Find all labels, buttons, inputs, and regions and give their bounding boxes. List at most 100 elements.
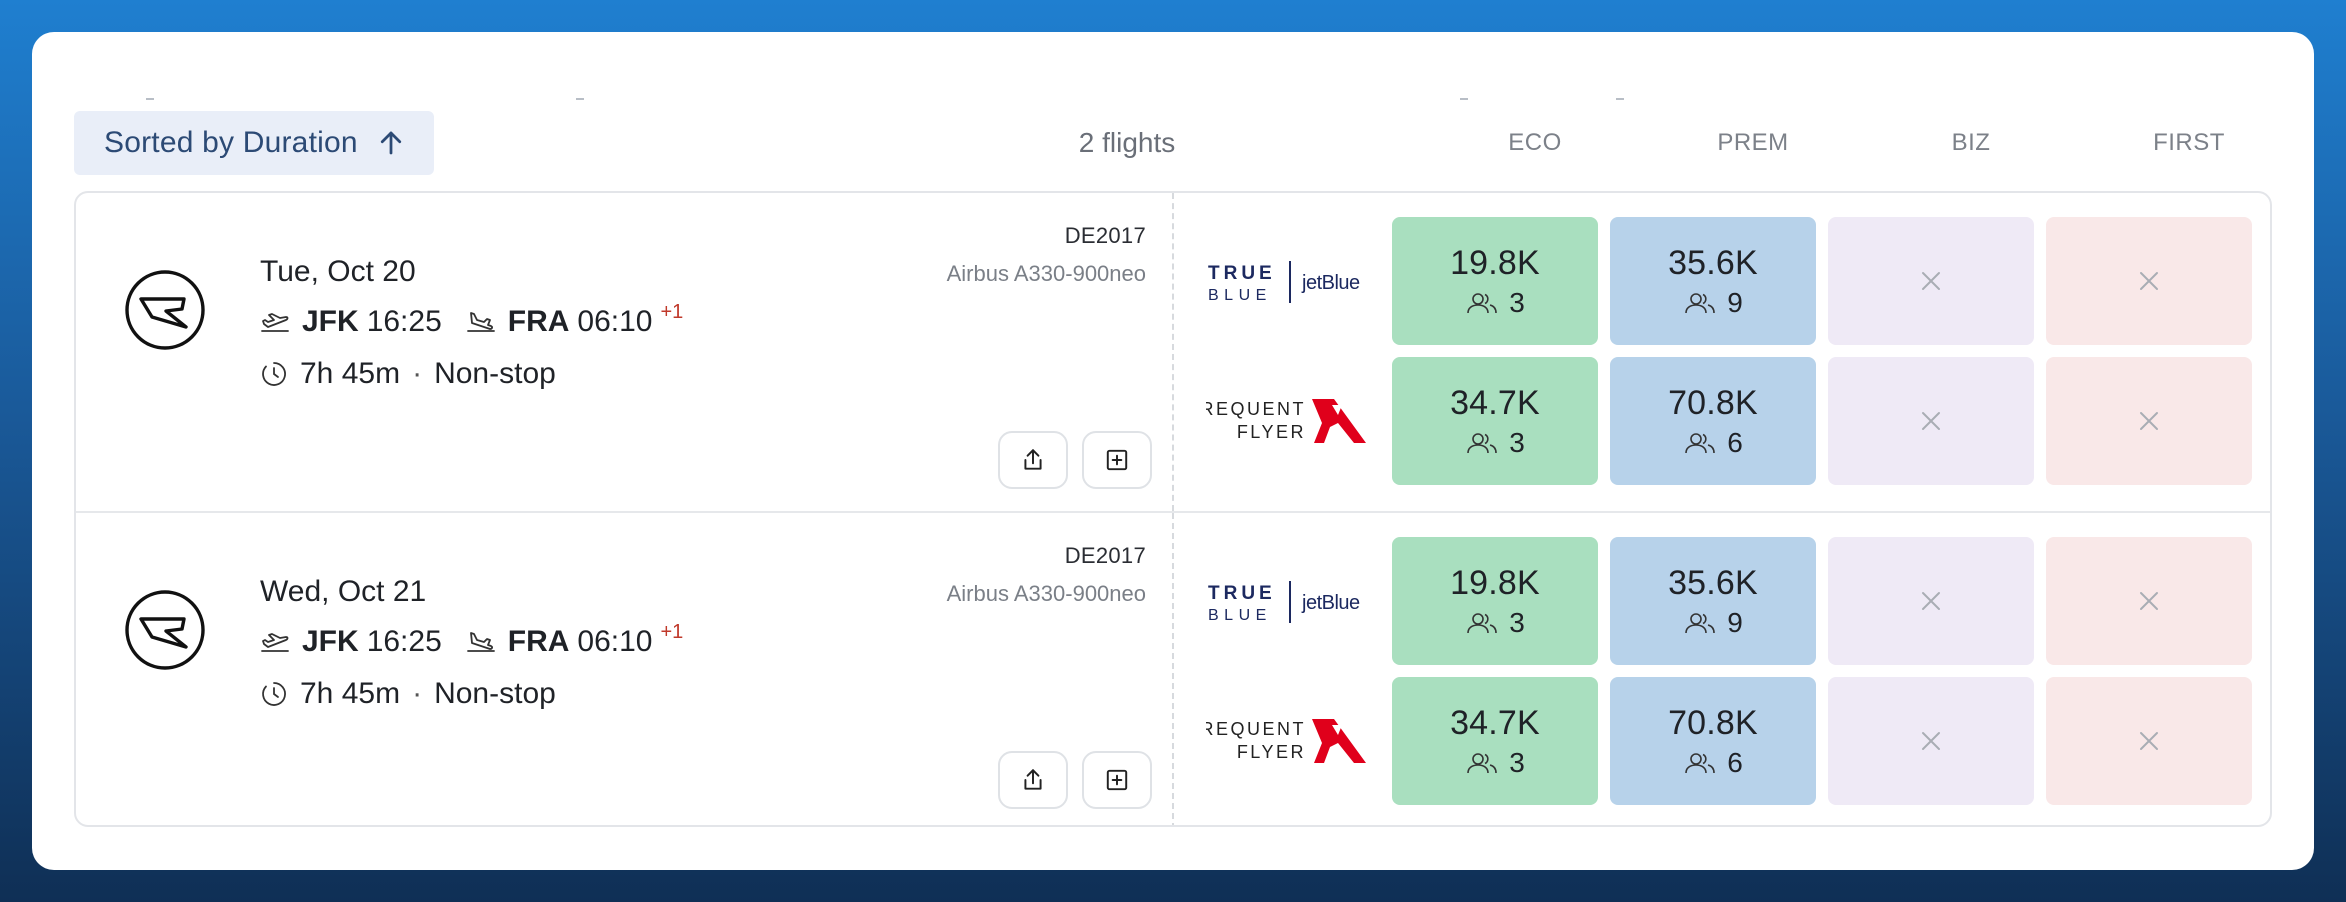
seats-available: 6	[1683, 747, 1743, 779]
frequent-flyer-logo-line1: FREQUENT	[1206, 719, 1306, 739]
users-icon	[1467, 292, 1498, 313]
day-offset: +1	[660, 300, 684, 323]
add-button[interactable]	[1082, 751, 1152, 809]
fare-points: 34.7K	[1450, 703, 1540, 742]
fare-cell-prem[interactable]: 70.8K 6	[1610, 357, 1816, 485]
jetblue-wordmark: jetBlue	[1301, 272, 1360, 294]
flight-legs: JFK 16:25 FRA 06:10 +1	[260, 621, 683, 659]
close-icon	[1922, 732, 1940, 750]
trueblue-logo-line1: TRUE	[1208, 583, 1276, 604]
plus-square-icon	[1106, 769, 1128, 791]
fare-points: 35.6K	[1668, 243, 1758, 282]
depart-time: 16:25	[366, 625, 442, 658]
fare-cell-prem[interactable]: 35.6K 9	[1610, 537, 1816, 665]
destination-code: FRA	[507, 305, 570, 338]
clock-icon	[262, 362, 286, 386]
users-icon	[1685, 612, 1716, 633]
fare-cell-first-unavailable	[2046, 217, 2252, 345]
fare-cell-biz-unavailable	[1828, 677, 2034, 805]
condor-logo-icon	[125, 270, 205, 350]
trueblue-logo: TRUE BLUE jetBlue	[1206, 217, 1376, 345]
share-icon	[1024, 769, 1042, 790]
close-icon	[2140, 272, 2158, 290]
fare-cell-biz-unavailable	[1828, 217, 2034, 345]
seats-available: 3	[1465, 607, 1525, 639]
row-divider	[1172, 193, 1174, 511]
flight-row[interactable]: Tue, Oct 20 JFK 16:25 FRA 06:10 +1 7h 45…	[76, 193, 2270, 511]
sort-button-label: Sorted by Duration	[104, 126, 358, 159]
close-icon	[2140, 732, 2158, 750]
share-icon	[1024, 449, 1042, 470]
seats-available: 9	[1683, 287, 1743, 319]
flight-duration: 7h 45m · Non-stop	[260, 357, 556, 391]
arrive-time: 06:10	[577, 305, 653, 338]
landing-icon	[466, 632, 495, 652]
flight-date: Tue, Oct 20	[260, 255, 416, 288]
column-header-biz: BIZ	[1951, 129, 1991, 156]
add-button[interactable]	[1082, 431, 1152, 489]
flight-row[interactable]: Wed, Oct 21 JFK 16:25 FRA 06:10 +1 7h 45…	[76, 511, 2270, 825]
results-header: Sorted by Duration 2 flights ECO PREM BI…	[74, 111, 2272, 175]
aircraft-type: Airbus A330-900neo	[946, 581, 1146, 606]
clock-icon	[262, 682, 286, 706]
clipped-content-edge	[32, 98, 2314, 102]
landing-icon	[466, 312, 495, 332]
close-icon	[2140, 412, 2158, 430]
takeoff-icon	[261, 313, 289, 332]
fare-cell-prem[interactable]: 35.6K 9	[1610, 217, 1816, 345]
depart-time: 16:25	[366, 305, 442, 338]
duration-value: 7h 45m	[300, 677, 401, 710]
fare-cell-first-unavailable	[2046, 357, 2252, 485]
flight-number: DE2017	[1064, 543, 1146, 568]
fare-points: 35.6K	[1668, 563, 1758, 602]
seats-available: 3	[1465, 427, 1525, 459]
close-icon	[1922, 592, 1940, 610]
frequent-flyer-logo: FREQUENT FLYER	[1187, 677, 1376, 805]
seats-available: 6	[1683, 427, 1743, 459]
fare-points: 34.7K	[1450, 383, 1540, 422]
aircraft-type: Airbus A330-900neo	[946, 261, 1146, 286]
flight-duration: 7h 45m · Non-stop	[260, 677, 556, 711]
arrow-up-icon	[380, 131, 401, 155]
close-icon	[2140, 592, 2158, 610]
trueblue-logo: TRUE BLUE jetBlue	[1206, 537, 1376, 665]
destination-code: FRA	[507, 625, 570, 658]
fare-points: 70.8K	[1668, 703, 1758, 742]
users-icon	[1685, 752, 1716, 773]
takeoff-icon	[261, 633, 289, 652]
fare-cell-first-unavailable	[2046, 537, 2252, 665]
fare-cell-eco[interactable]: 19.8K 3	[1392, 537, 1598, 665]
users-icon	[1685, 292, 1716, 313]
day-offset: +1	[660, 620, 684, 643]
fare-points: 19.8K	[1450, 563, 1540, 602]
flight-legs: JFK 16:25 FRA 06:10 +1	[260, 301, 683, 339]
origin-code: JFK	[302, 625, 359, 658]
trueblue-logo-line2: BLUE	[1208, 607, 1272, 624]
fare-cell-prem[interactable]: 70.8K 6	[1610, 677, 1816, 805]
fare-cell-first-unavailable	[2046, 677, 2252, 805]
duration-value: 7h 45m	[300, 357, 401, 390]
jetblue-wordmark: jetBlue	[1301, 592, 1360, 614]
arrive-time: 06:10	[577, 625, 653, 658]
trueblue-logo-line2: BLUE	[1208, 287, 1272, 304]
fare-cell-biz-unavailable	[1828, 357, 2034, 485]
column-header-prem: PREM	[1717, 129, 1789, 156]
plus-square-icon	[1106, 449, 1128, 471]
column-header-first: FIRST	[2153, 129, 2225, 156]
users-icon	[1467, 752, 1498, 773]
seats-available: 3	[1465, 287, 1525, 319]
seats-available: 9	[1683, 607, 1743, 639]
share-button[interactable]	[998, 751, 1068, 809]
trueblue-logo-line1: TRUE	[1208, 263, 1276, 284]
frequent-flyer-logo: FREQUENT FLYER	[1187, 357, 1376, 485]
fare-cell-eco[interactable]: 34.7K 3	[1392, 677, 1598, 805]
close-icon	[1922, 272, 1940, 290]
fare-cell-eco[interactable]: 34.7K 3	[1392, 357, 1598, 485]
share-button[interactable]	[998, 431, 1068, 489]
flight-results-list: Tue, Oct 20 JFK 16:25 FRA 06:10 +1 7h 45…	[74, 191, 2272, 827]
sort-button[interactable]: Sorted by Duration	[74, 111, 434, 175]
stops-value: Non-stop	[434, 357, 556, 390]
origin-code: JFK	[302, 305, 359, 338]
condor-logo-icon	[125, 590, 205, 670]
fare-cell-eco[interactable]: 19.8K 3	[1392, 217, 1598, 345]
